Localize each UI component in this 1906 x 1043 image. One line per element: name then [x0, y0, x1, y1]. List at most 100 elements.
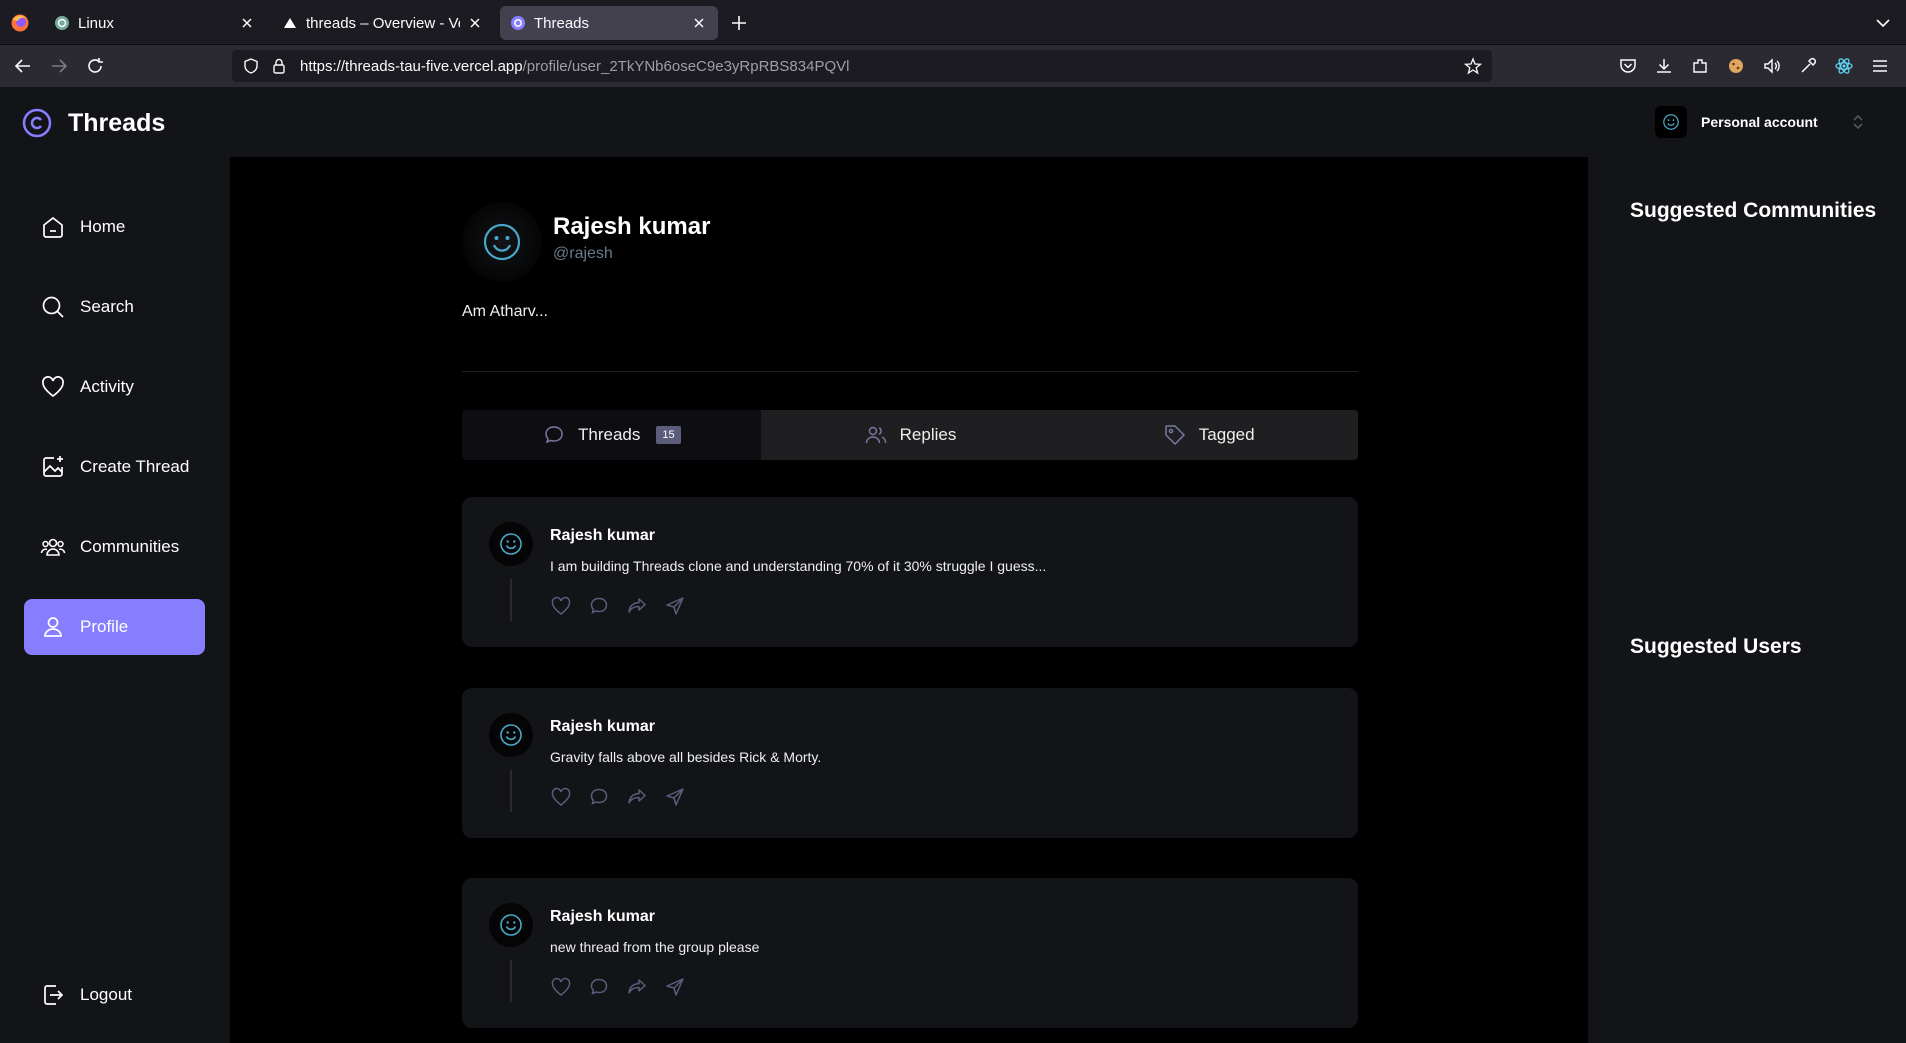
firefox-logo-icon[interactable] [10, 13, 30, 33]
account-label: Personal account [1701, 114, 1818, 130]
thread-connector-line [510, 960, 512, 1002]
speaker-icon[interactable] [1762, 56, 1782, 76]
tab-replies[interactable]: Replies [761, 410, 1060, 460]
thread-card: Rajesh kumar Gravity falls above all bes… [462, 688, 1358, 838]
logout-icon [44, 985, 64, 1005]
profile-avatar [462, 202, 542, 282]
tab-label: Replies [899, 425, 957, 444]
sidebar-item-label: Home [80, 217, 126, 236]
extensions-icon[interactable] [1690, 56, 1710, 76]
thread-content: new thread from the group please [550, 939, 760, 955]
sidebar-item-create-thread[interactable]: Create Thread [24, 439, 205, 495]
lock-icon[interactable] [270, 57, 288, 75]
pocket-icon[interactable] [1618, 56, 1638, 76]
address-bar[interactable]: https://threads-tau-five.vercel.app/prof… [232, 50, 1492, 82]
suggested-communities-heading: Suggested Communities [1630, 199, 1877, 222]
browser-tab-threads[interactable]: Threads [500, 6, 718, 40]
bookmark-star-icon[interactable] [1464, 57, 1482, 75]
smiley-avatar-icon [500, 914, 522, 936]
organization-switcher[interactable]: Personal account [1655, 104, 1868, 140]
browser-tab-linux[interactable]: Linux [44, 6, 266, 40]
author-avatar[interactable] [489, 522, 533, 566]
browser-tab-bar: Linux threads – Overview - Verc Threads [0, 0, 1906, 45]
divider [462, 371, 1358, 372]
author-avatar[interactable] [489, 713, 533, 757]
sidebar-item-label: Communities [80, 537, 180, 556]
repost-icon[interactable] [626, 595, 648, 617]
members-icon [865, 426, 886, 444]
thread-actions [550, 595, 702, 617]
tab-label: Threads [578, 425, 641, 444]
heart-icon[interactable] [550, 976, 572, 998]
close-tab-icon[interactable] [690, 14, 708, 32]
profile-handle: @rajesh [553, 245, 613, 262]
close-tab-icon[interactable] [466, 14, 484, 32]
thread-content: I am building Threads clone and understa… [550, 558, 1047, 574]
brand-name[interactable]: Threads [68, 109, 165, 138]
tab-title: threads – Overview - Verc [306, 14, 460, 32]
vercel-triangle-icon [284, 18, 296, 28]
reply-icon[interactable] [588, 595, 610, 617]
share-icon[interactable] [664, 595, 686, 617]
forward-icon[interactable] [48, 55, 70, 77]
extension-cookie-icon[interactable] [1726, 56, 1746, 76]
thread-actions [550, 976, 702, 998]
back-icon[interactable] [12, 55, 34, 77]
logout-button[interactable]: Logout [24, 967, 205, 1023]
create-thread-icon [43, 456, 63, 477]
thread-author[interactable]: Rajesh kumar [550, 718, 655, 736]
downloads-icon[interactable] [1654, 56, 1674, 76]
threads-favicon-icon [511, 16, 525, 30]
sidebar-item-search[interactable]: Search [24, 279, 205, 335]
heart-icon [42, 376, 64, 398]
user-icon [44, 617, 62, 637]
tab-threads[interactable]: Threads 15 [462, 410, 761, 460]
sidebar-item-label: Activity [80, 377, 134, 396]
browser-nav-bar: https://threads-tau-five.vercel.app/prof… [0, 45, 1906, 87]
chat-bubble-icon [545, 426, 563, 444]
account-avatar [1655, 106, 1687, 138]
communities-icon [40, 538, 66, 556]
profile-name: Rajesh kumar [553, 213, 711, 240]
color-picker-icon[interactable] [1798, 56, 1818, 76]
threads-logo-icon[interactable] [22, 108, 52, 138]
reload-icon[interactable] [84, 55, 106, 77]
menu-hamburger-icon[interactable] [1870, 56, 1890, 76]
sidebar-item-profile[interactable]: Profile [24, 599, 205, 655]
search-icon [42, 296, 64, 318]
reply-icon[interactable] [588, 786, 610, 808]
list-all-tabs-icon[interactable] [1872, 12, 1894, 34]
profile-bio: Am Atharv... [462, 303, 548, 320]
smiley-avatar-icon [500, 724, 522, 746]
reply-icon[interactable] [588, 976, 610, 998]
repost-icon[interactable] [626, 976, 648, 998]
browser-tab-vercel[interactable]: threads – Overview - Verc [272, 6, 494, 40]
tag-icon [1165, 425, 1185, 446]
heart-icon[interactable] [550, 786, 572, 808]
sidebar-item-label: Create Thread [80, 457, 190, 476]
thread-author[interactable]: Rajesh kumar [550, 908, 655, 926]
react-devtools-icon[interactable] [1834, 56, 1854, 76]
thread-author[interactable]: Rajesh kumar [550, 527, 655, 545]
sidebar-item-label: Profile [80, 617, 129, 636]
thread-connector-line [510, 770, 512, 812]
repost-icon[interactable] [626, 786, 648, 808]
close-tab-icon[interactable] [238, 14, 256, 32]
tab-title: Linux [78, 14, 114, 32]
threads-count-badge: 15 [656, 426, 681, 444]
new-tab-icon[interactable] [728, 12, 750, 34]
tab-tagged[interactable]: Tagged [1059, 410, 1358, 460]
tracking-protection-shield-icon[interactable] [242, 57, 260, 75]
url-path: /profile/user_2TkYNb6oseC9e3yRpRBS834PQV… [522, 57, 850, 75]
thread-actions [550, 786, 702, 808]
heart-icon[interactable] [550, 595, 572, 617]
share-icon[interactable] [664, 786, 686, 808]
sidebar-item-home[interactable]: Home [24, 199, 205, 255]
sidebar-item-communities[interactable]: Communities [24, 519, 205, 575]
right-sidebar: Suggested Communities Suggested Users [1588, 157, 1906, 1043]
smiley-avatar-icon [483, 223, 521, 261]
sidebar-item-activity[interactable]: Activity [24, 359, 205, 415]
share-icon[interactable] [664, 976, 686, 998]
profile-tabs: Threads 15 Replies Tagged [462, 410, 1358, 460]
author-avatar[interactable] [489, 903, 533, 947]
